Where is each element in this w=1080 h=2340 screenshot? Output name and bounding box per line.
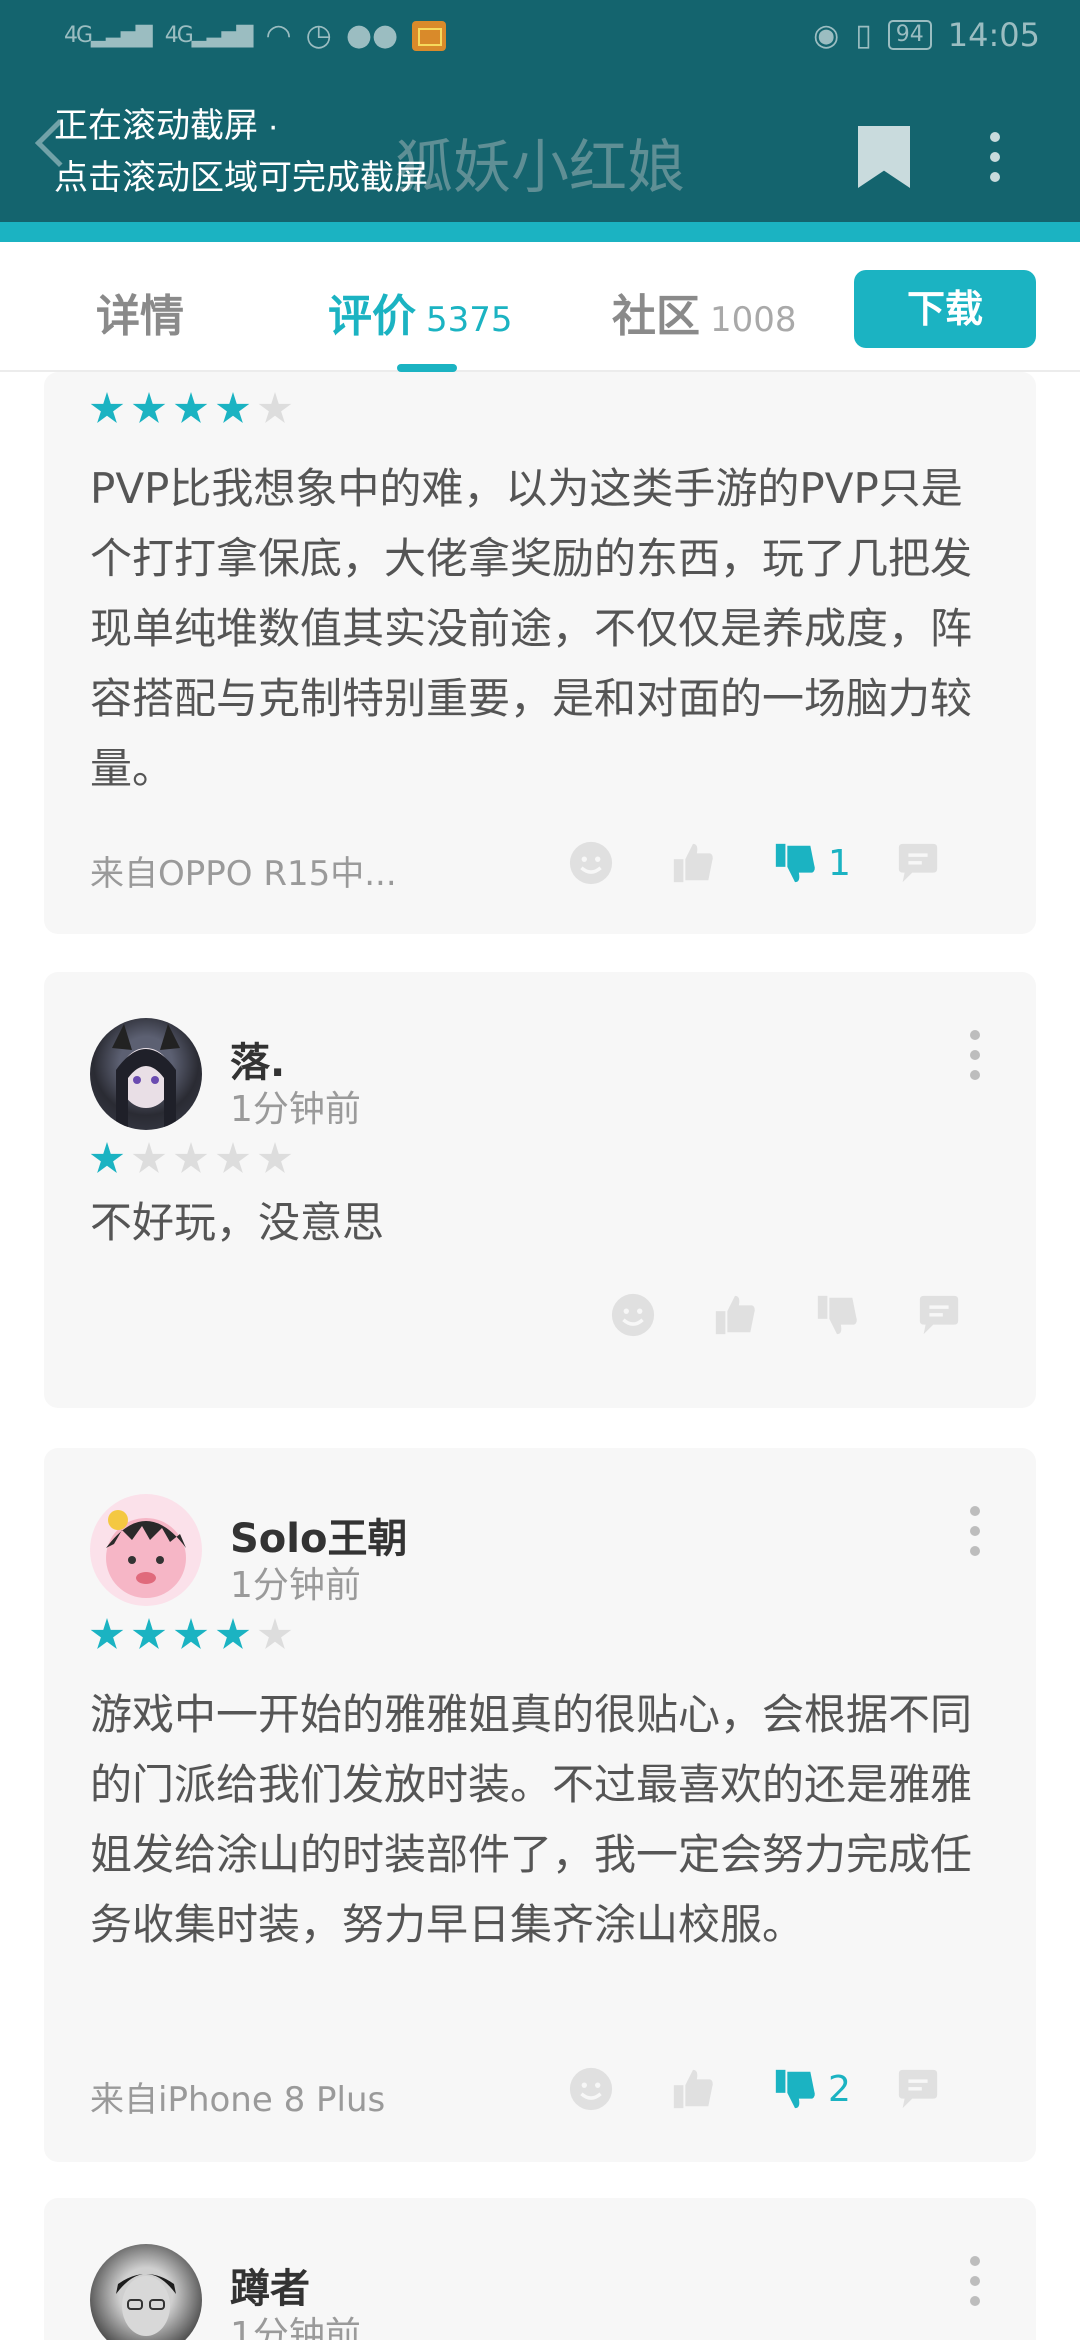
- emoji-icon[interactable]: [568, 840, 614, 886]
- card-more-icon[interactable]: [970, 2256, 980, 2316]
- comment-icon[interactable]: [916, 1292, 962, 1338]
- star-icon: [258, 1142, 292, 1173]
- more-menu-icon[interactable]: [990, 132, 1002, 186]
- star-icon: [174, 1142, 208, 1173]
- eye-icon: ◉: [813, 17, 840, 53]
- thumbs-down-icon[interactable]: [814, 1292, 860, 1338]
- review-actions: [610, 1292, 962, 1338]
- star-icon: [90, 1618, 124, 1649]
- tab-count: 1008: [710, 300, 797, 340]
- star-icon: [132, 1618, 166, 1649]
- review-time: 1分钟前: [230, 1089, 361, 1130]
- avatar[interactable]: [90, 2244, 202, 2340]
- star-icon: [174, 1618, 208, 1649]
- avatar[interactable]: [90, 1494, 202, 1606]
- dislike-count: 1: [828, 842, 851, 884]
- review-time: 1分钟前: [230, 2315, 361, 2340]
- wechat-icon: ●●: [345, 18, 399, 53]
- mail-icon: [412, 20, 447, 51]
- star-icon: [216, 392, 250, 423]
- review-card: PVP比我想象中的难，以为这类手游的PVP只是个打打拿保底，大佬拿奖励的东西，玩…: [44, 372, 1036, 934]
- wifi-icon: ◠: [265, 18, 292, 53]
- thumbs-up-icon[interactable]: [712, 1292, 758, 1338]
- vibrate-icon: ▯: [855, 17, 872, 53]
- emoji-icon[interactable]: [568, 2066, 614, 2112]
- app-header: 4G▂▃▅▇ 4G▂▃▅▇ ◠ ◷ ●● ◉ ▯ 94 14:05 狐妖小红娘 …: [0, 0, 1080, 222]
- scroll-screenshot-hint[interactable]: 正在滚动截屏 · 点击滚动区域可完成截屏: [54, 100, 428, 204]
- thumbs-up-icon[interactable]: [670, 2066, 716, 2112]
- status-bar: 4G▂▃▅▇ 4G▂▃▅▇ ◠ ◷ ●● ◉ ▯ 94 14:05: [0, 0, 1080, 72]
- rating-stars: [90, 1142, 292, 1176]
- thumbs-down-icon[interactable]: [772, 2066, 818, 2112]
- tab-label: 社区: [612, 291, 700, 342]
- tab-community[interactable]: 社区 1008: [612, 280, 797, 344]
- avatar[interactable]: [90, 1018, 202, 1130]
- star-icon: [216, 1618, 250, 1649]
- tab-label: 详情: [96, 291, 184, 342]
- review-text: 不好玩，没意思: [90, 1198, 385, 1247]
- thumbs-up-icon[interactable]: [670, 840, 716, 886]
- comment-icon[interactable]: [895, 840, 941, 886]
- star-icon: [174, 392, 208, 423]
- review-card: 蹲者 1分钟前: [44, 2198, 1036, 2340]
- tab-bar: 详情 评价 5375 社区 1008 下载: [0, 242, 1080, 372]
- star-icon: [132, 1142, 166, 1173]
- card-more-icon[interactable]: [970, 1506, 980, 1566]
- star-icon: [90, 1142, 124, 1173]
- review-card: Solo王朝 1分钟前 游戏中一开始的雅雅姐真的很贴心，会根据不同的门派给我们发…: [44, 1448, 1036, 2162]
- star-icon: [216, 1142, 250, 1173]
- star-icon: [90, 392, 124, 423]
- scroll-hint-line2: 点击滚动区域可完成截屏: [54, 159, 428, 197]
- review-actions: 1: [568, 840, 941, 886]
- review-card: 落. 1分钟前 不好玩，没意思: [44, 972, 1036, 1408]
- review-text: PVP比我想象中的难，以为这类手游的PVP只是个打打拿保底，大佬拿奖励的东西，玩…: [90, 464, 973, 793]
- rating-stars: [90, 392, 292, 426]
- review-time: 1分钟前: [230, 1565, 361, 1606]
- star-icon: [258, 392, 292, 423]
- signal-icon: 4G▂▃▅▇: [164, 23, 254, 48]
- alarm-icon: ◷: [305, 18, 332, 53]
- review-source: 来自iPhone 8 Plus: [90, 2080, 386, 2120]
- battery-icon: 94: [887, 20, 932, 50]
- comment-icon[interactable]: [895, 2066, 941, 2112]
- tab-label: 评价: [328, 291, 416, 342]
- scroll-hint-line1: 正在滚动截屏 ·: [54, 107, 279, 145]
- tab-details[interactable]: 详情: [96, 280, 184, 344]
- dislike-count: 2: [828, 2068, 851, 2110]
- thumbs-down-icon[interactable]: [772, 840, 818, 886]
- review-actions: 2: [568, 2066, 941, 2112]
- tab-count: 5375: [426, 300, 513, 340]
- star-icon: [258, 1618, 292, 1649]
- star-icon: [132, 392, 166, 423]
- download-button[interactable]: 下载: [854, 270, 1036, 348]
- emoji-icon[interactable]: [610, 1292, 656, 1338]
- accent-strip: [0, 222, 1080, 242]
- review-source: 来自OPPO R15中...: [90, 854, 397, 894]
- clock: 14:05: [947, 16, 1040, 54]
- signal-icon: 4G▂▃▅▇: [64, 23, 153, 48]
- review-text: 游戏中一开始的雅雅姐真的很贴心，会根据不同的门派给我们发放时装。不过最喜欢的还是…: [90, 1690, 973, 1949]
- rating-stars: [90, 1618, 292, 1652]
- active-tab-indicator: [397, 364, 457, 372]
- card-more-icon[interactable]: [970, 1030, 980, 1090]
- tab-reviews[interactable]: 评价 5375: [328, 280, 513, 344]
